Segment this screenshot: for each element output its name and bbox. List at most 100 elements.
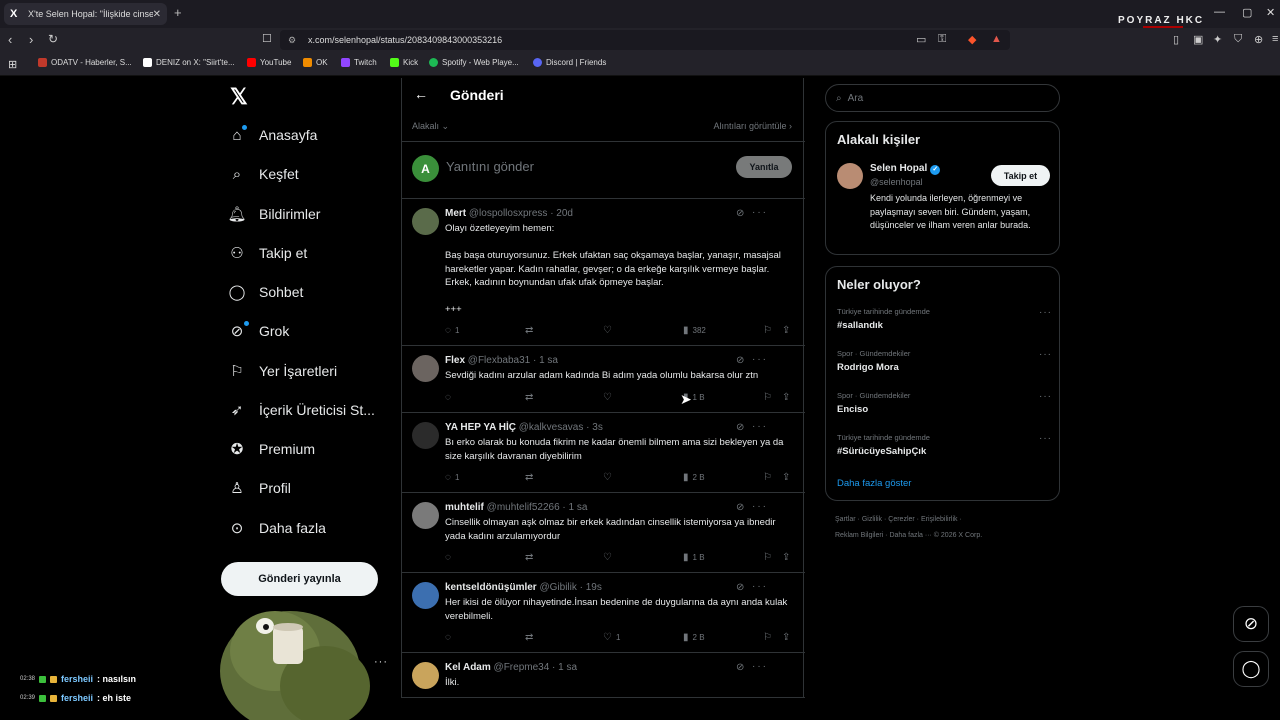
nav-item-premium[interactable]: ✪ Premium (228, 440, 315, 458)
grok-float-button[interactable]: ⊘ (1233, 606, 1269, 642)
more-icon[interactable]: ··· (752, 207, 768, 218)
sidebar-toggle-icon[interactable]: ▯ (1173, 33, 1179, 46)
trend-item[interactable]: Spor · Gündemdekiler Enciso ··· (837, 391, 1052, 415)
bookmark-item[interactable]: Kick (390, 58, 418, 67)
reply-action[interactable]: ◌ (445, 392, 455, 403)
views-action[interactable]: ▮ 2 B (683, 632, 705, 643)
footer-links[interactable]: Reklam Bilgileri · Daha fazla ··· © 2026… (835, 532, 982, 539)
reply-action[interactable]: ◌ (445, 552, 455, 563)
share-action[interactable]: ⇪ (782, 325, 790, 336)
post-button[interactable]: Gönderi yayınla (221, 562, 378, 596)
reload-icon[interactable]: ↻ (48, 32, 58, 46)
grok-explain-icon[interactable]: ⊘ (736, 208, 744, 219)
more-icon[interactable]: ··· (1039, 391, 1052, 402)
nav-item-follow[interactable]: ⚇ Takip et (228, 244, 307, 262)
reply-input[interactable]: Yanıtını gönder (446, 159, 534, 174)
bookmark-action[interactable]: ⚐ (763, 392, 772, 403)
more-icon[interactable]: ··· (752, 581, 768, 592)
maximize-icon[interactable]: ▢ (1242, 6, 1252, 19)
tweet-author[interactable]: muhtelif @muhtelif52266 · 1 sa (445, 502, 587, 513)
extensions-icon[interactable]: ⊕ (1254, 33, 1263, 46)
views-action[interactable]: ▮ 1 B (683, 552, 705, 563)
retweet-action[interactable]: ⇄ (525, 632, 537, 643)
person-name[interactable]: Selen Hopal ✓ (870, 163, 941, 175)
tweet[interactable]: YA HEP YA HİÇ @kalkvesavas · 3s ⊘ ··· Bı… (402, 413, 805, 493)
bookmark-action[interactable]: ⚐ (763, 552, 772, 563)
like-action[interactable]: ♡ (603, 552, 616, 563)
bookmark-item[interactable]: Twitch (341, 58, 377, 67)
wallet-icon[interactable]: ▣ (1193, 33, 1203, 46)
tweet[interactable]: Kel Adam @Frepme34 · 1 sa ⊘ ··· İlki. (402, 653, 805, 698)
like-action[interactable]: ♡ (603, 392, 616, 403)
grok-explain-icon[interactable]: ⊘ (736, 355, 744, 366)
tweet[interactable]: muhtelif @muhtelif52266 · 1 sa ⊘ ··· Cin… (402, 493, 805, 573)
avatar[interactable] (412, 422, 439, 449)
tweet-author[interactable]: Kel Adam @Frepme34 · 1 sa (445, 662, 577, 673)
nav-item-chat[interactable]: ◯ Sohbet (228, 283, 304, 301)
avatar[interactable] (412, 502, 439, 529)
footer-links[interactable]: Şartlar · Gizlilik · Çerezler · Erişileb… (835, 516, 962, 523)
share-action[interactable]: ⇪ (782, 632, 790, 643)
vpn-icon[interactable]: ⛉ (1234, 33, 1242, 46)
retweet-action[interactable]: ⇄ (525, 552, 537, 563)
like-action[interactable]: ♡ (603, 472, 616, 483)
share-action[interactable]: ⇪ (782, 472, 790, 483)
bookmark-item[interactable]: ODATV - Haberler, S... (38, 58, 132, 67)
bookmark-action[interactable]: ⚐ (763, 472, 772, 483)
tweet[interactable]: Flex @Flexbaba31 · 1 sa ⊘ ··· Sevdiği ka… (402, 346, 805, 413)
avatar[interactable] (412, 662, 439, 689)
brave-shield-icon[interactable]: ◆ (968, 33, 976, 46)
more-icon[interactable]: ··· (752, 354, 768, 365)
views-action[interactable]: ▮ 2 B (683, 472, 705, 483)
nav-item-bookmarks[interactable]: ⚐ Yer İşaretleri (228, 362, 337, 380)
minimize-icon[interactable]: — (1214, 6, 1225, 18)
retweet-action[interactable]: ⇄ (525, 392, 537, 403)
new-tab-button[interactable]: + (174, 5, 182, 20)
grok-explain-icon[interactable]: ⊘ (736, 582, 744, 593)
tweet-author[interactable]: Flex @Flexbaba31 · 1 sa (445, 355, 558, 366)
more-icon[interactable]: ··· (752, 421, 768, 432)
nav-item-more[interactable]: ⊙ Daha fazla (228, 519, 326, 537)
close-window-icon[interactable]: ✕ (1266, 6, 1275, 19)
more-icon[interactable]: ··· (1039, 307, 1052, 318)
tweet-author[interactable]: YA HEP YA HİÇ @kalkvesavas · 3s (445, 422, 603, 433)
chat-float-button[interactable]: ◯ (1233, 651, 1269, 687)
sort-dropdown[interactable]: Alakalı ⌄ (412, 121, 449, 131)
nav-item-profile[interactable]: ♙ Profil (228, 479, 291, 497)
bookmark-item[interactable]: Discord | Friends (533, 58, 606, 67)
like-action[interactable]: ♡ 1 (603, 632, 620, 643)
nav-item-explore[interactable]: ⌕ Keşfet (228, 165, 299, 183)
bookmark-item[interactable]: Spotify - Web Playe... (429, 58, 519, 67)
bookmark-action[interactable]: ⚐ (763, 632, 772, 643)
x-logo-icon[interactable]: 𝕏 (230, 84, 248, 110)
url-bar[interactable]: ⚙ x.com/selenhopal/status/20834098430003… (280, 30, 1010, 50)
view-quotes-link[interactable]: Alıntıları görüntüle › (713, 121, 792, 131)
trend-item[interactable]: Türkiye tarihinde gündemde #SürücüyeSahip… (837, 433, 1052, 457)
more-icon[interactable]: ··· (752, 501, 768, 512)
bookmark-item[interactable]: OK (303, 58, 328, 67)
like-action[interactable]: ♡ (603, 325, 616, 336)
tweet[interactable]: Mert @lospollosxpress · 20d ⊘ ··· Olayı … (402, 199, 805, 346)
nav-item-notifications[interactable]: 🔔︎ Bildirimler (227, 205, 320, 223)
brave-rewards-icon[interactable]: ▲ (991, 33, 1002, 45)
reply-action[interactable]: ◌ 1 (445, 472, 459, 483)
more-icon[interactable]: ··· (1039, 349, 1052, 360)
close-tab-icon[interactable]: ✕ (153, 9, 161, 20)
tweet[interactable]: kentseldönüşümler @Gibilik · 19s ⊘ ··· H… (402, 573, 805, 653)
apps-icon[interactable]: ⊞ (8, 58, 17, 71)
back-icon[interactable]: ‹ (8, 32, 12, 47)
grok-explain-icon[interactable]: ⊘ (736, 422, 744, 433)
grok-explain-icon[interactable]: ⊘ (736, 662, 744, 673)
avatar[interactable] (412, 582, 439, 609)
avatar[interactable] (412, 208, 439, 235)
site-info-icon[interactable]: ⚙ (288, 35, 296, 46)
tweet-author[interactable]: Mert @lospollosxpress · 20d (445, 208, 573, 219)
bookmark-item[interactable]: DENIZ on X: "Siirt'te... (143, 58, 235, 67)
menu-icon[interactable]: ≡ (1272, 33, 1278, 45)
key-icon[interactable]: ⚿ (938, 33, 946, 46)
show-more-link[interactable]: Daha fazla göster (837, 478, 911, 489)
retweet-action[interactable]: ⇄ (525, 325, 537, 336)
browser-tab-active[interactable]: X X'te Selen Hopal: "İlişkide cinsell ✕ (4, 3, 167, 25)
leo-ai-icon[interactable]: ✦ (1213, 33, 1222, 46)
views-action[interactable]: ▮ 382 (683, 325, 706, 336)
